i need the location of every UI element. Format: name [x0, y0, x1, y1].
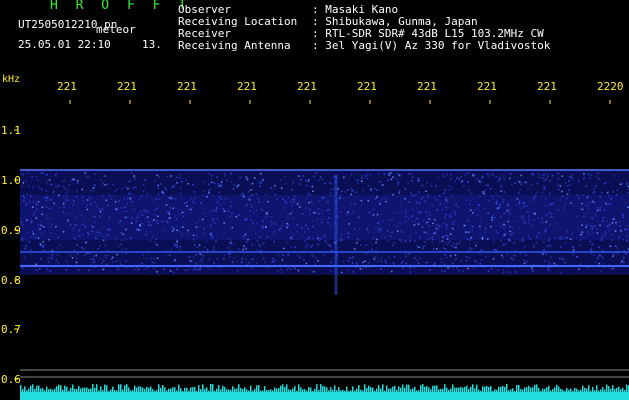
x-tick-label: 221: [57, 80, 77, 93]
x-tick-label: 221: [117, 80, 137, 93]
antenna-value: : 3el Yagi(V) Az 330 for Vladivostok: [312, 39, 551, 52]
x-tick-label: 221: [357, 80, 377, 93]
antenna-label: Receiving Antenna: [178, 39, 291, 52]
x-tick-label: 2220: [597, 80, 624, 93]
spectrogram: [14, 100, 629, 400]
x-tick-label: 221: [237, 80, 257, 93]
x-tick-label: 221: [177, 80, 197, 93]
x-tick-label: 221: [537, 80, 557, 93]
x-tick-marks: [69, 100, 611, 104]
x-tick-label: 221: [477, 80, 497, 93]
datetime: 25.05.01 22:10: [18, 38, 111, 51]
x-tick-label: 221: [297, 80, 317, 93]
x-tick-label: 221: [417, 80, 437, 93]
file-type: meteor: [96, 23, 136, 36]
datetime-extra: 13.: [142, 38, 162, 51]
noise-floor-bar: [20, 392, 629, 400]
noise-floor-spikes: [20, 384, 629, 392]
y-unit-label: kHz: [2, 74, 21, 85]
y-tick-marks: [14, 129, 18, 380]
header-title: H R O F F T: [50, 0, 192, 13]
